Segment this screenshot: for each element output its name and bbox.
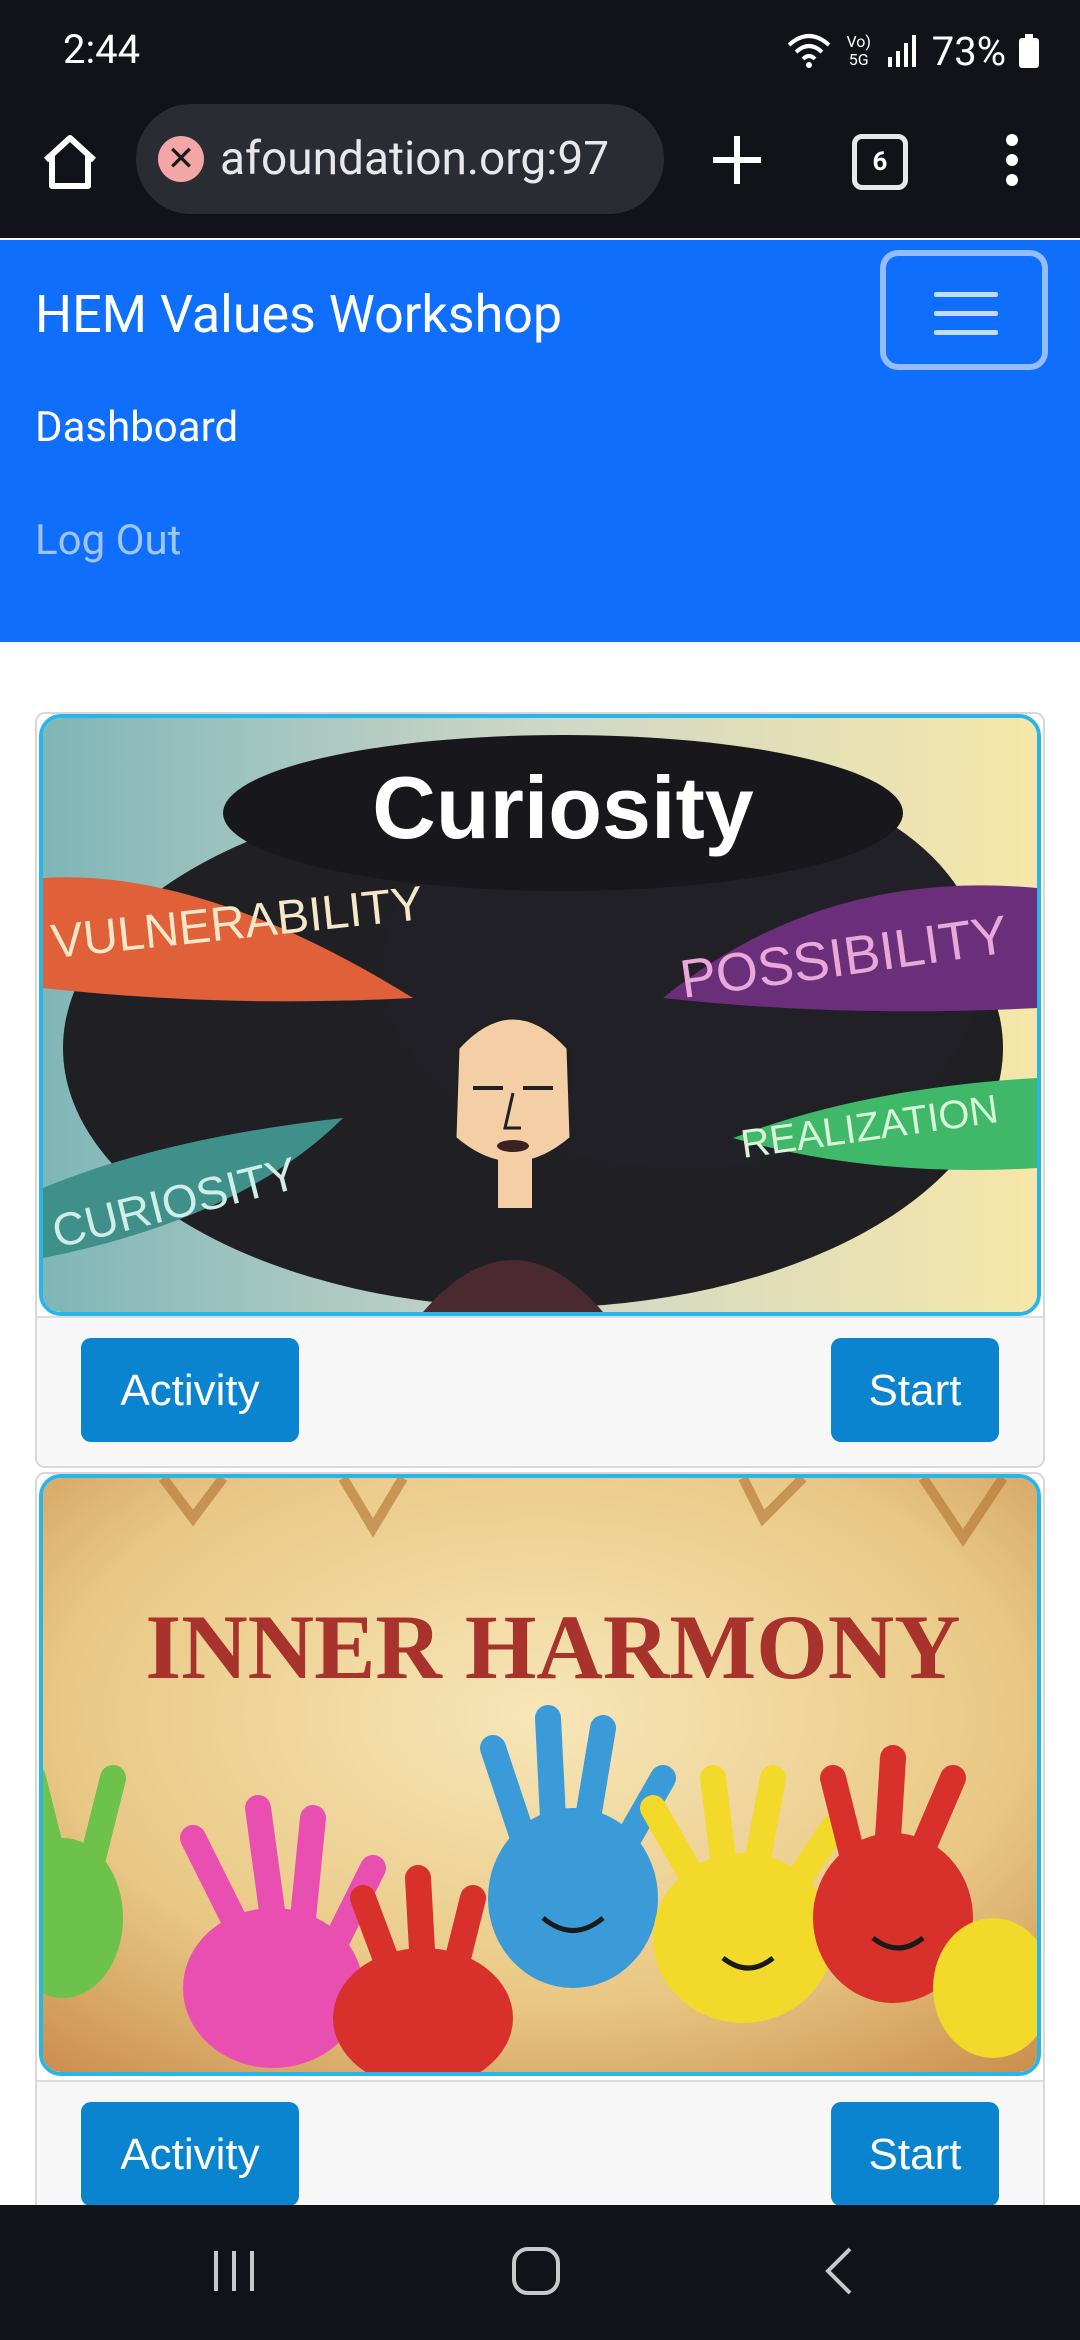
battery-percent: 73% bbox=[931, 27, 1006, 75]
back-icon[interactable] bbox=[820, 2245, 860, 2297]
workshop-card-curiosity: Curiosity VULNERABILITY POSSIBILITY CURI… bbox=[35, 712, 1045, 1468]
battery-icon bbox=[1018, 33, 1040, 69]
network-label: Vo) 5G bbox=[846, 32, 871, 69]
address-bar[interactable]: ✕ afoundation.org:97 bbox=[136, 104, 664, 214]
system-navigation-bar bbox=[0, 2205, 1080, 2340]
inner-harmony-image: INNER HARMONY bbox=[39, 1474, 1041, 2076]
site-error-icon[interactable]: ✕ bbox=[158, 136, 204, 182]
plus-icon bbox=[713, 136, 761, 184]
navbar-brand[interactable]: HEM Values Workshop bbox=[35, 284, 562, 345]
activity-button[interactable]: Activity bbox=[81, 1338, 299, 1442]
home-icon bbox=[43, 135, 97, 189]
hamburger-icon bbox=[934, 292, 998, 349]
browser-toolbar: ✕ afoundation.org:97 6 bbox=[0, 100, 1080, 238]
inner-harmony-image-title: INNER HARMONY bbox=[145, 1596, 960, 1698]
nav-link-dashboard[interactable]: Dashboard bbox=[35, 403, 238, 452]
recent-apps-icon[interactable] bbox=[210, 2247, 258, 2295]
activity-button[interactable]: Activity bbox=[81, 2102, 299, 2206]
home-button[interactable] bbox=[38, 130, 102, 194]
new-tab-button[interactable] bbox=[705, 128, 769, 192]
nav-link-logout[interactable]: Log Out bbox=[35, 516, 181, 565]
status-icons: Vo) 5G 73% bbox=[786, 24, 1040, 78]
app-navbar: HEM Values Workshop Dashboard Log Out bbox=[0, 240, 1080, 642]
curiosity-image: Curiosity VULNERABILITY POSSIBILITY CURI… bbox=[39, 714, 1041, 1316]
wifi-icon bbox=[786, 31, 832, 71]
home-nav-icon[interactable] bbox=[510, 2245, 562, 2297]
status-bar: 2:44 Vo) 5G 73% bbox=[0, 0, 1080, 100]
workshop-card-inner-harmony: INNER HARMONY Activity Start bbox=[35, 1472, 1045, 2232]
card-footer: Activity Start bbox=[37, 1316, 1043, 1466]
url-text[interactable]: afoundation.org:97 bbox=[220, 132, 650, 186]
start-button[interactable]: Start bbox=[831, 2102, 999, 2206]
more-menu-button[interactable] bbox=[1000, 128, 1024, 192]
status-time: 2:44 bbox=[63, 26, 141, 73]
navbar-toggle-button[interactable] bbox=[880, 250, 1048, 370]
start-button[interactable]: Start bbox=[831, 1338, 999, 1442]
curiosity-image-title: Curiosity bbox=[372, 758, 753, 857]
kebab-menu-icon bbox=[1006, 134, 1018, 186]
tab-switcher-button[interactable]: 6 bbox=[852, 134, 908, 190]
signal-icon bbox=[886, 33, 920, 69]
